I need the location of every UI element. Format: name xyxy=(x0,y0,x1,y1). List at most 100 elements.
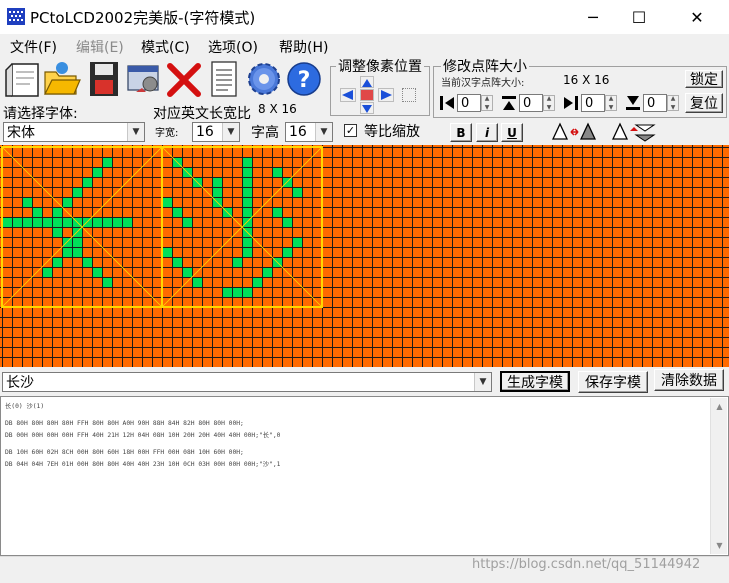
shift-center-button[interactable] xyxy=(360,89,374,101)
spinner-top-arrows[interactable]: ▲ ▼ xyxy=(543,95,555,111)
scroll-up-icon[interactable]: ▲ xyxy=(711,398,728,415)
settings-window-icon[interactable] xyxy=(124,58,164,100)
lit-pixel xyxy=(193,278,202,287)
proportional-label: 等比缩放 xyxy=(364,124,420,140)
font-height-value: 16 xyxy=(289,124,307,140)
spinner-right-value: 0 xyxy=(585,95,594,111)
menu-help[interactable]: 帮助(H) xyxy=(279,37,328,57)
output-line: DB 04H 04H 7EH 01H 00H 80H 80H 40H 40H 2… xyxy=(5,461,281,468)
new-file-icon[interactable] xyxy=(4,58,44,100)
gear-icon[interactable] xyxy=(244,58,284,100)
menu-options[interactable]: 选项(O) xyxy=(208,37,258,57)
reset-button[interactable]: 复位 xyxy=(685,93,723,113)
lit-pixel xyxy=(13,218,22,227)
text-input-combo[interactable]: 长沙 ▼ xyxy=(2,372,492,392)
menu-mode[interactable]: 模式(C) xyxy=(141,37,190,57)
lit-pixel xyxy=(33,218,42,227)
scroll-down-icon[interactable]: ▼ xyxy=(711,537,728,554)
font-width-select[interactable]: 16 ▼ xyxy=(192,122,240,142)
mirror-horizontal-icon[interactable] xyxy=(550,121,598,143)
font-select[interactable]: 宋体 ▼ xyxy=(3,122,145,142)
lit-pixel xyxy=(53,208,62,217)
output-line: DB 10H 60H 02H 8CH 00H 80H 60H 18H 00H F… xyxy=(5,449,244,456)
lit-pixel xyxy=(243,158,252,167)
lit-pixel xyxy=(183,218,192,227)
lit-pixel xyxy=(243,188,252,197)
close-button[interactable]: ✕ xyxy=(674,0,720,34)
font-select-value: 宋体 xyxy=(7,125,35,141)
chevron-down-icon: ▼ xyxy=(315,123,332,141)
menu-file[interactable]: 文件(F) xyxy=(10,37,57,57)
spinner-left-arrows[interactable]: ▲ ▼ xyxy=(481,95,493,111)
window-title: PCtoLCD2002完美版-(字符模式) xyxy=(30,9,256,27)
generate-label: 生成字模 xyxy=(507,374,563,391)
arrow-right-icon xyxy=(381,90,392,100)
lit-pixel xyxy=(243,168,252,177)
vertical-scrollbar[interactable]: ▲ ▼ xyxy=(710,398,727,554)
lit-pixel xyxy=(173,258,182,267)
output-line: DB 00H 00H 00H 00H FFH 40H 21H 12H 04H 0… xyxy=(5,432,281,439)
lit-pixel xyxy=(243,218,252,227)
lit-pixel xyxy=(53,258,62,267)
mirror-vertical-icon[interactable] xyxy=(610,121,658,143)
current-size-value: 16 X 16 xyxy=(563,73,610,87)
save-glyph-button[interactable]: 保存字模 xyxy=(578,371,648,393)
clear-data-button[interactable]: 清除数据 xyxy=(654,369,724,391)
spinner-bottom-arrows[interactable]: ▲ ▼ xyxy=(667,95,679,111)
spinner-bottom-value: 0 xyxy=(647,95,656,111)
lit-pixel xyxy=(243,238,252,247)
underline-button[interactable]: U xyxy=(501,123,523,142)
title-bar: PCtoLCD2002完美版-(字符模式) ─ ☐ ✕ xyxy=(0,0,729,34)
spinner-bottom-input[interactable]: 0 ▲ ▼ xyxy=(643,94,679,112)
lit-pixel xyxy=(73,228,82,237)
arrow-left-icon xyxy=(342,90,353,100)
font-width-value: 16 xyxy=(196,124,214,140)
expand-bottom-icon xyxy=(624,94,642,112)
shift-left-button[interactable] xyxy=(340,88,356,102)
lit-pixel xyxy=(233,258,242,267)
lit-pixel xyxy=(213,188,222,197)
notepad-icon[interactable] xyxy=(204,58,244,100)
bold-button[interactable]: B xyxy=(450,123,472,142)
current-size-label: 当前汉字点阵大小: xyxy=(441,78,525,89)
chevron-down-icon: ▼ xyxy=(474,373,491,391)
italic-button[interactable]: i xyxy=(476,123,498,142)
spinner-right-input[interactable]: 0 ▲ ▼ xyxy=(581,94,617,112)
ratio-value: 8 X 16 xyxy=(258,102,297,116)
lit-pixel xyxy=(283,248,292,257)
maximize-button[interactable]: ☐ xyxy=(616,0,662,34)
lit-pixel xyxy=(73,248,82,257)
shift-right-button[interactable] xyxy=(378,88,394,102)
spinner-left-input[interactable]: 0 ▲ ▼ xyxy=(457,94,493,112)
shift-down-button[interactable] xyxy=(360,102,374,114)
lit-pixel xyxy=(183,268,192,277)
expand-left-icon xyxy=(438,94,456,112)
lit-pixel xyxy=(253,278,262,287)
help-icon[interactable]: ? xyxy=(284,58,324,100)
lit-pixel xyxy=(243,208,252,217)
generate-button[interactable]: 生成字模 xyxy=(500,371,570,392)
lock-button[interactable]: 锁定 xyxy=(685,70,723,88)
glyph-matrix[interactable] xyxy=(0,145,729,367)
lit-pixel xyxy=(93,168,102,177)
spinner-right-arrows[interactable]: ▲ ▼ xyxy=(605,95,617,111)
shift-up-button[interactable] xyxy=(360,76,374,88)
pixel-canvas[interactable] xyxy=(0,145,729,367)
save-disk-icon[interactable] xyxy=(86,58,126,100)
lit-pixel xyxy=(33,208,42,217)
lock-button-label: 锁定 xyxy=(690,72,718,88)
font-height-select[interactable]: 16 ▼ xyxy=(285,122,333,142)
watermark-text: https://blog.csdn.net/qq_51144942 xyxy=(472,557,701,572)
output-textarea[interactable]: 长(0) 沙(1) DB 80H 80H 80H 80H FFH 80H 80H… xyxy=(0,396,729,556)
spinner-top-input[interactable]: 0 ▲ ▼ xyxy=(519,94,555,112)
minimize-button[interactable]: ─ xyxy=(570,0,616,34)
lit-pixel xyxy=(243,198,252,207)
open-folder-icon[interactable] xyxy=(42,58,82,100)
lit-pixel xyxy=(293,238,302,247)
chevron-down-icon: ▼ xyxy=(127,123,144,141)
lit-pixel xyxy=(233,288,242,297)
shift-reset-icon[interactable] xyxy=(402,88,416,102)
delete-x-icon[interactable] xyxy=(164,58,204,100)
close-icon: ✕ xyxy=(690,7,704,27)
proportional-checkbox[interactable]: ✓ xyxy=(344,124,357,137)
